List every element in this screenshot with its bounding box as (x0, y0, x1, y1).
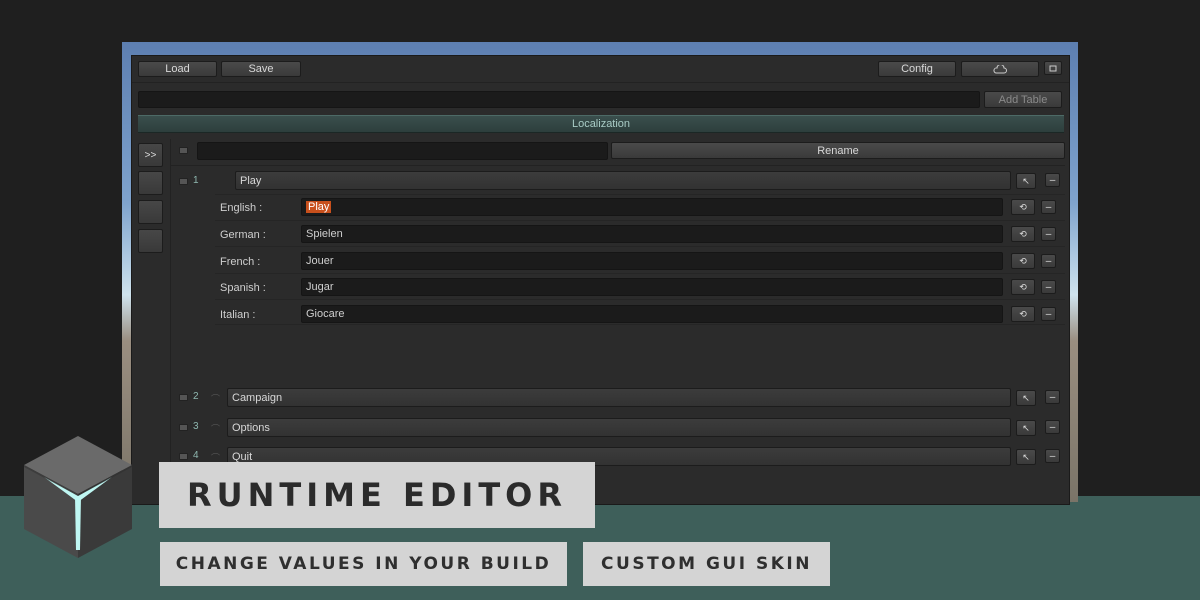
lang-row-french: French : Jouer ⟲ – (215, 246, 1065, 272)
refresh-icon: ⟲ (1019, 201, 1027, 212)
cloud-button[interactable] (961, 61, 1039, 77)
rename-input[interactable] (197, 142, 608, 160)
tagline-skin: CUSTOM GUI SKIN (583, 542, 830, 586)
lang-label-french: French : (220, 256, 261, 268)
german-remove-button[interactable]: – (1041, 227, 1056, 241)
rename-button[interactable]: Rename (611, 142, 1065, 159)
sidebar-button-3[interactable] (138, 229, 163, 253)
entry-4-remove-button[interactable]: – (1045, 449, 1060, 463)
entry-2-toggle[interactable] (179, 394, 188, 401)
entry-2-expand-icon[interactable]: ⌒ (211, 392, 220, 405)
selected-text: Play (306, 201, 332, 213)
entry-2-remove-button[interactable]: – (1045, 390, 1060, 404)
entry-2-index: 2 (193, 391, 199, 402)
select-all-toggle[interactable] (179, 147, 188, 154)
lang-value-spanish[interactable]: Jugar (301, 278, 1003, 296)
cloud-icon (993, 64, 1007, 73)
lang-row-english: English : Play ⟲ – (215, 194, 1065, 220)
entry-3-remove-button[interactable]: – (1045, 420, 1060, 434)
entry-1-remove-button[interactable]: – (1045, 173, 1060, 187)
runtime-editor-window: Load Save Config Add Table Localization … (131, 55, 1070, 505)
rename-divider (171, 165, 1065, 166)
english-remove-button[interactable]: – (1041, 200, 1056, 214)
entry-4-pick-button[interactable]: ↖ (1016, 449, 1036, 465)
spanish-remove-button[interactable]: – (1041, 280, 1056, 294)
window-button[interactable] (1044, 61, 1062, 75)
expand-sidebar-button[interactable]: >> (138, 143, 163, 167)
localization-tab[interactable]: Localization (138, 115, 1064, 133)
entry-1-pick-button[interactable]: ↖ (1016, 173, 1036, 189)
cursor-icon: ↖ (1022, 392, 1030, 403)
english-refresh-button[interactable]: ⟲ (1011, 199, 1035, 215)
entry-1-index: 1 (193, 175, 199, 186)
italian-refresh-button[interactable]: ⟲ (1011, 306, 1035, 322)
sidebar-button-1[interactable] (138, 171, 163, 195)
lang-row-italian: Italian : Giocare ⟲ – (215, 299, 1065, 325)
entry-3-toggle[interactable] (179, 424, 188, 431)
toolbar-divider (132, 82, 1069, 83)
tagline-build: CHANGE VALUES IN YOUR BUILD (160, 542, 567, 586)
refresh-icon: ⟲ (1019, 281, 1027, 292)
lang-row-spanish: Spanish : Jugar ⟲ – (215, 273, 1065, 299)
table-name-input[interactable] (138, 91, 980, 108)
entry-4-index: 4 (193, 450, 199, 461)
lang-label-english: English : (220, 202, 263, 214)
spanish-refresh-button[interactable]: ⟲ (1011, 279, 1035, 295)
localization-panel: Rename 1 Play ↖ – English : Play ⟲ – Ger… (170, 139, 1065, 499)
lang-label-spanish: Spanish : (220, 282, 266, 294)
config-button[interactable]: Config (878, 61, 956, 77)
entry-4-toggle[interactable] (179, 453, 188, 460)
cursor-icon: ↖ (1022, 451, 1030, 462)
lang-value-italian[interactable]: Giocare (301, 305, 1003, 323)
title-text: RUNTIME EDITOR (187, 476, 567, 514)
refresh-icon: ⟲ (1019, 228, 1027, 239)
lang-label-italian: Italian : (220, 309, 256, 321)
load-button[interactable]: Load (138, 61, 217, 77)
german-refresh-button[interactable]: ⟲ (1011, 226, 1035, 242)
entry-3-key-field[interactable]: Options (227, 418, 1011, 437)
refresh-icon: ⟲ (1019, 255, 1027, 266)
french-remove-button[interactable]: – (1041, 254, 1056, 268)
window-icon (1049, 65, 1057, 71)
lang-row-german: German : Spielen ⟲ – (215, 220, 1065, 246)
lang-value-english[interactable]: Play (301, 198, 1003, 216)
sidebar-button-2[interactable] (138, 200, 163, 224)
entry-3-index: 3 (193, 421, 199, 432)
runtime-editor-logo (24, 436, 132, 558)
lang-label-german: German : (220, 229, 266, 241)
entry-3-expand-icon[interactable]: ⌒ (211, 422, 220, 435)
add-table-button[interactable]: Add Table (984, 91, 1062, 108)
entry-2-key-field[interactable]: Campaign (227, 388, 1011, 407)
save-button[interactable]: Save (221, 61, 301, 77)
french-refresh-button[interactable]: ⟲ (1011, 253, 1035, 269)
entry-2-pick-button[interactable]: ↖ (1016, 390, 1036, 406)
cursor-icon: ↖ (1022, 422, 1030, 433)
cursor-icon: ↖ (1022, 175, 1030, 186)
refresh-icon: ⟲ (1019, 308, 1027, 319)
lang-value-french[interactable]: Jouer (301, 252, 1003, 270)
tagline-skin-text: CUSTOM GUI SKIN (601, 554, 812, 574)
entry-3-pick-button[interactable]: ↖ (1016, 420, 1036, 436)
italian-remove-button[interactable]: – (1041, 307, 1056, 321)
title-banner: RUNTIME EDITOR (159, 462, 595, 528)
lang-value-german[interactable]: Spielen (301, 225, 1003, 243)
entry-1-toggle[interactable] (179, 178, 188, 185)
entry-1-key-field[interactable]: Play (235, 171, 1011, 190)
tagline-build-text: CHANGE VALUES IN YOUR BUILD (175, 554, 552, 574)
